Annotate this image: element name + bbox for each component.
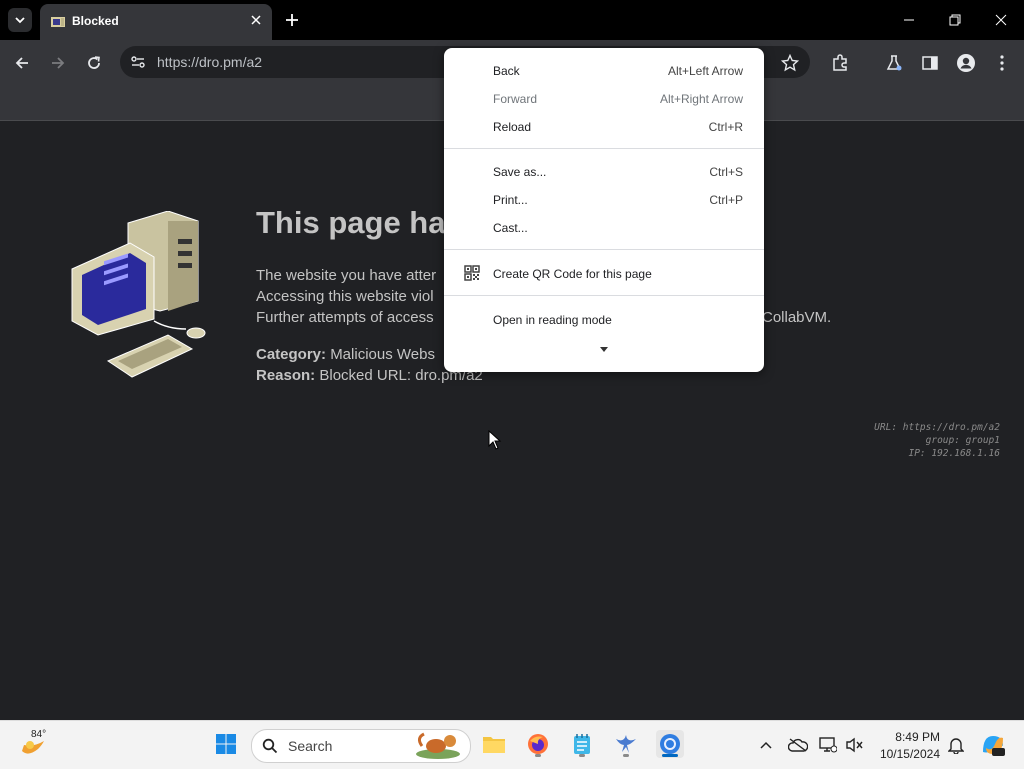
menu-item-shortcut: Ctrl+P	[709, 193, 743, 207]
context-menu: Back Alt+Left Arrow Forward Alt+Right Ar…	[444, 48, 764, 372]
menu-more-caret-icon[interactable]	[597, 344, 611, 354]
menu-item-print[interactable]: Print... Ctrl+P	[444, 185, 764, 213]
taskbar: 84° Search 8:49 PM 10/15/2024	[0, 720, 1024, 769]
computer-illustration-icon	[71, 211, 206, 378]
bird-app[interactable]	[612, 730, 640, 758]
site-info-icon[interactable]	[130, 54, 146, 70]
start-button[interactable]	[212, 730, 240, 758]
menu-item-label: Open in reading mode	[493, 313, 612, 327]
menu-item-label: Cast...	[493, 221, 528, 235]
search-icon	[262, 738, 278, 754]
menu-separator	[444, 148, 764, 149]
network-icon[interactable]	[818, 735, 838, 755]
stamp-url: URL: https://dro.pm/a2	[874, 422, 1000, 433]
file-explorer-app[interactable]	[480, 730, 508, 758]
notification-bell-icon[interactable]	[946, 735, 966, 755]
volume-muted-icon[interactable]	[845, 735, 865, 755]
clock-date[interactable]: 10/15/2024	[880, 747, 940, 761]
copilot-preview-icon[interactable]	[980, 732, 1006, 758]
chevron-down-icon	[15, 17, 25, 24]
weather-temperature: 84°	[31, 729, 47, 740]
labs-flask-icon[interactable]	[882, 51, 906, 75]
bird-icon	[616, 735, 636, 753]
url-text[interactable]: https://dro.pm/a2	[157, 54, 262, 70]
search-label: Search	[288, 738, 333, 754]
menu-item-cast[interactable]: Cast...	[444, 213, 764, 241]
menu-item-save-as[interactable]: Save as... Ctrl+S	[444, 157, 764, 185]
onedrive-offline-icon[interactable]	[788, 735, 808, 755]
restore-icon[interactable]	[943, 8, 967, 32]
menu-item-shortcut: Alt+Right Arrow	[659, 92, 743, 106]
windows-logo-icon	[216, 734, 236, 754]
chrome-app[interactable]	[656, 730, 684, 758]
running-indicator	[535, 754, 541, 757]
reason-label: Reason:	[256, 367, 316, 384]
forward-arrow-icon[interactable]	[46, 51, 70, 75]
firefox-app[interactable]	[524, 730, 552, 758]
tab-strip: Blocked	[0, 0, 1024, 40]
menu-item-forward[interactable]: Forward Alt+Right Arrow	[444, 84, 764, 112]
folder-icon	[483, 737, 505, 753]
stamp-group: group: group1	[925, 435, 1000, 446]
running-indicator	[623, 754, 629, 757]
menu-item-reload[interactable]: Reload Ctrl+R	[444, 112, 764, 140]
category-value: Malicious Webs	[330, 346, 435, 363]
back-arrow-icon[interactable]	[10, 51, 34, 75]
menu-item-label: Save as...	[493, 165, 547, 179]
tab-close-icon[interactable]	[248, 12, 264, 28]
menu-item-shortcut: Alt+Left Arrow	[667, 64, 743, 78]
firefox-icon	[528, 734, 548, 754]
more-menu-icon[interactable]	[990, 51, 1014, 75]
notepad-icon	[574, 734, 590, 754]
qr-code-icon	[464, 265, 480, 281]
menu-item-reading-mode[interactable]: Open in reading mode	[444, 305, 764, 333]
tab-title: Blocked	[72, 14, 119, 28]
tab-search-button[interactable]	[8, 8, 32, 32]
menu-item-label: Back	[493, 64, 520, 78]
show-hidden-icons-chevron-icon[interactable]	[756, 735, 776, 755]
menu-item-shortcut: Ctrl+S	[709, 165, 743, 179]
profile-avatar-icon[interactable]	[954, 51, 978, 75]
stamp-ip: IP: 192.168.1.16	[908, 448, 1000, 459]
taskbar-search[interactable]: Search	[251, 729, 471, 763]
page-favicon-icon	[51, 17, 65, 27]
menu-separator	[444, 295, 764, 296]
mouse-cursor-icon	[488, 430, 502, 450]
body-line-2: Accessing this website viol	[256, 288, 434, 305]
active-indicator	[662, 754, 678, 757]
menu-separator	[444, 249, 764, 250]
close-window-icon[interactable]	[989, 8, 1013, 32]
category-line: Category: Malicious Webs	[256, 346, 435, 363]
bookmark-star-icon[interactable]	[778, 51, 802, 75]
page-headline: This page ha	[256, 205, 446, 240]
reload-icon[interactable]	[82, 51, 106, 75]
search-highlight-art-icon	[416, 732, 460, 759]
category-label: Category:	[256, 346, 327, 363]
menu-item-label: Print...	[493, 193, 528, 207]
menu-item-shortcut: Ctrl+R	[708, 120, 743, 134]
body-line-3-tail: CollabVM.	[762, 309, 832, 326]
menu-item-qr-code[interactable]: Create QR Code for this page	[444, 259, 764, 287]
menu-item-label: Reload	[493, 120, 532, 134]
new-tab-icon[interactable]	[282, 10, 302, 30]
minimize-icon[interactable]	[897, 8, 921, 32]
menu-item-label: Create QR Code for this page	[493, 267, 652, 281]
tab-blocked[interactable]: Blocked	[40, 4, 272, 40]
running-indicator	[579, 754, 585, 757]
notepad-app[interactable]	[568, 730, 596, 758]
body-line-3: Further attempts of access	[256, 309, 434, 326]
chrome-icon	[660, 734, 680, 754]
menu-item-label: Forward	[493, 92, 538, 106]
menu-item-back[interactable]: Back Alt+Left Arrow	[444, 56, 764, 84]
body-line-1: The website you have atter	[256, 267, 437, 284]
extensions-puzzle-icon[interactable]	[828, 51, 852, 75]
side-panel-icon[interactable]	[918, 51, 942, 75]
clock-time[interactable]: 8:49 PM	[895, 730, 940, 744]
